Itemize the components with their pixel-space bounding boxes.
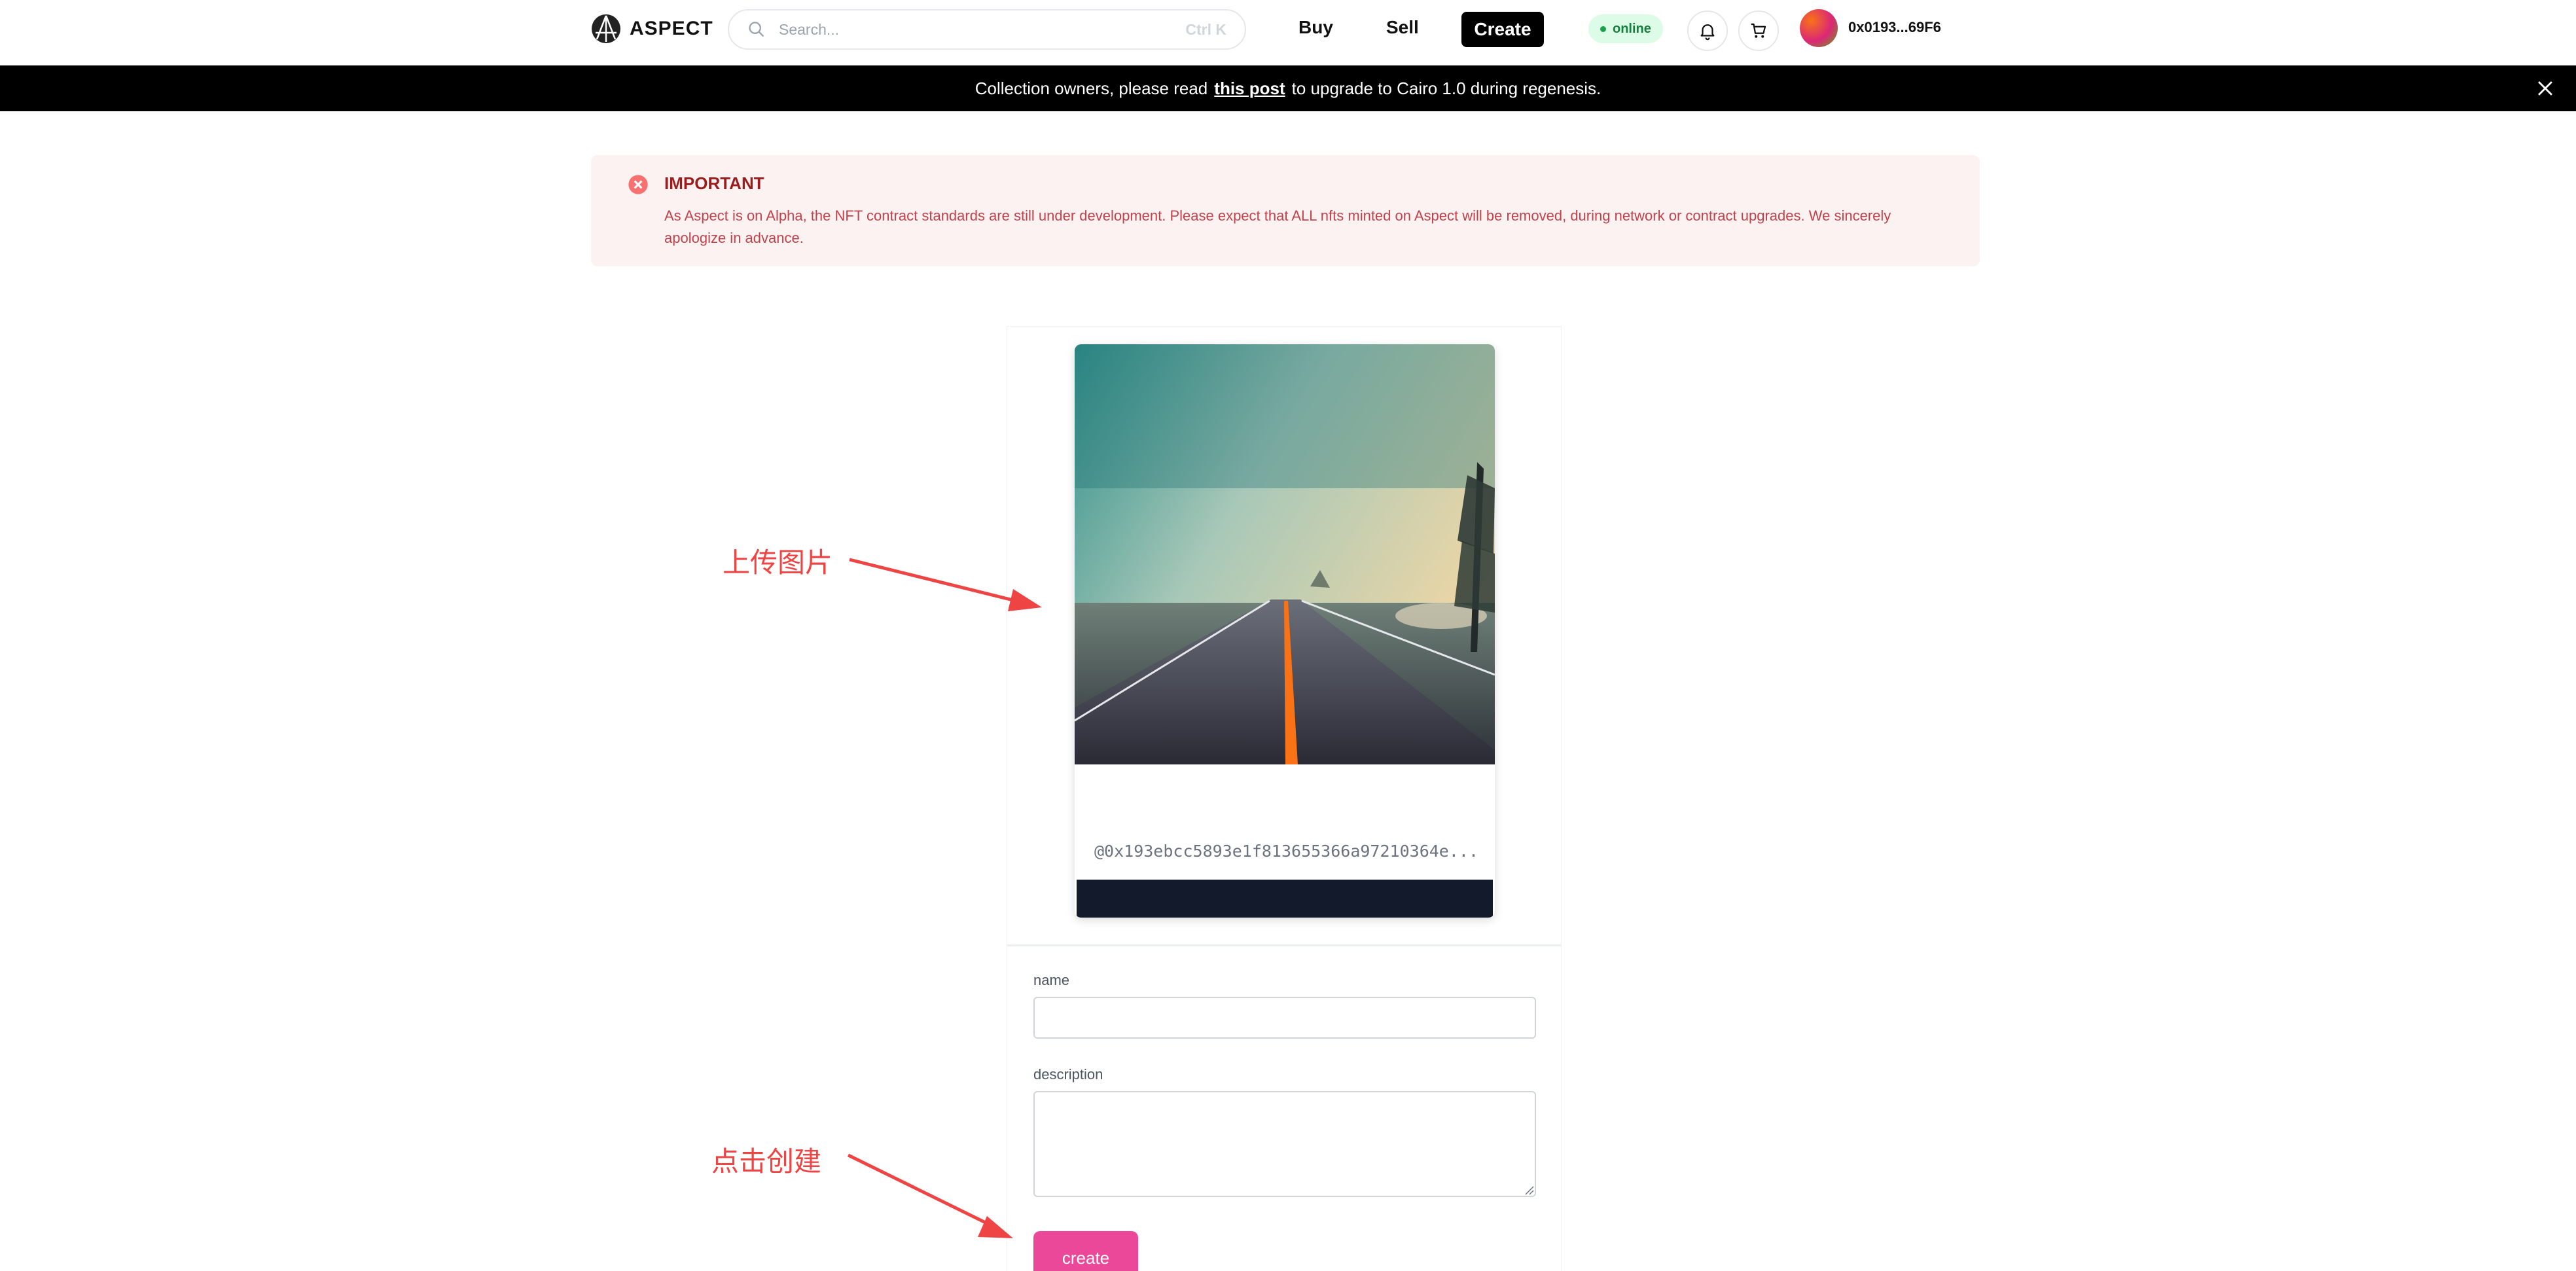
- banner-text-prefix: Collection owners, please read: [975, 78, 1208, 98]
- status-label: online: [1613, 21, 1651, 36]
- cart-button[interactable]: [1738, 10, 1779, 51]
- create-nft-card: @0x193ebcc5893e1f813655366a97210364e... …: [1007, 326, 1562, 1271]
- error-circle-icon: [628, 175, 648, 194]
- upload-image-annotation: 上传图片: [723, 546, 833, 579]
- resize-handle-icon[interactable]: [1523, 1184, 1535, 1196]
- description-textarea[interactable]: [1033, 1091, 1536, 1197]
- user-avatar[interactable]: [1800, 9, 1838, 47]
- top-navbar: ASPECT Search... Ctrl K Buy Sell Create …: [0, 0, 2576, 65]
- aspect-logo-icon: [592, 14, 620, 43]
- close-icon[interactable]: [2534, 77, 2556, 99]
- uploaded-nft-image[interactable]: [1075, 344, 1495, 764]
- search-input[interactable]: Search...: [779, 21, 1185, 39]
- create-nft-button[interactable]: create: [1033, 1231, 1138, 1271]
- network-status-badge: online: [1588, 14, 1663, 43]
- create-arrow-icon: [847, 1153, 1013, 1238]
- status-dot: [1600, 26, 1606, 32]
- card-divider: [1007, 944, 1561, 946]
- important-alert: IMPORTANT As Aspect is on Alpha, the NFT…: [591, 155, 1980, 266]
- wallet-address[interactable]: 0x0193...69F6: [1848, 19, 1941, 36]
- nav-sell-link[interactable]: Sell: [1386, 17, 1419, 38]
- name-label: name: [1033, 972, 1070, 988]
- banner-text-suffix: to upgrade to Cairo 1.0 during regenesis…: [1291, 78, 1601, 98]
- name-input[interactable]: [1033, 997, 1536, 1039]
- aspect-logo[interactable]: ASPECT: [590, 13, 713, 45]
- search-bar[interactable]: Search... Ctrl K: [728, 9, 1246, 50]
- nav-create-button[interactable]: Create: [1461, 12, 1544, 47]
- announcement-banner: Collection owners, please read this post…: [0, 65, 2576, 111]
- nav-buy-link[interactable]: Buy: [1298, 17, 1333, 38]
- brand-name: ASPECT: [630, 18, 713, 39]
- description-label: description: [1033, 1066, 1103, 1083]
- cart-icon: [1751, 23, 1766, 38]
- banner-post-link[interactable]: this post: [1214, 79, 1285, 99]
- bell-icon: [1700, 24, 1715, 41]
- nft-owner-address: @0x193ebcc5893e1f813655366a97210364e...: [1094, 842, 1478, 861]
- search-icon: [749, 22, 764, 37]
- notifications-button[interactable]: [1687, 10, 1728, 51]
- click-create-annotation: 点击创建: [711, 1145, 822, 1177]
- nft-preview-card[interactable]: @0x193ebcc5893e1f813655366a97210364e...: [1075, 344, 1495, 918]
- alert-title: IMPORTANT: [664, 173, 764, 193]
- alert-message: As Aspect is on Alpha, the NFT contract …: [664, 207, 1891, 246]
- nft-preview-footer: [1077, 880, 1493, 918]
- search-shortcut: Ctrl K: [1185, 20, 1226, 38]
